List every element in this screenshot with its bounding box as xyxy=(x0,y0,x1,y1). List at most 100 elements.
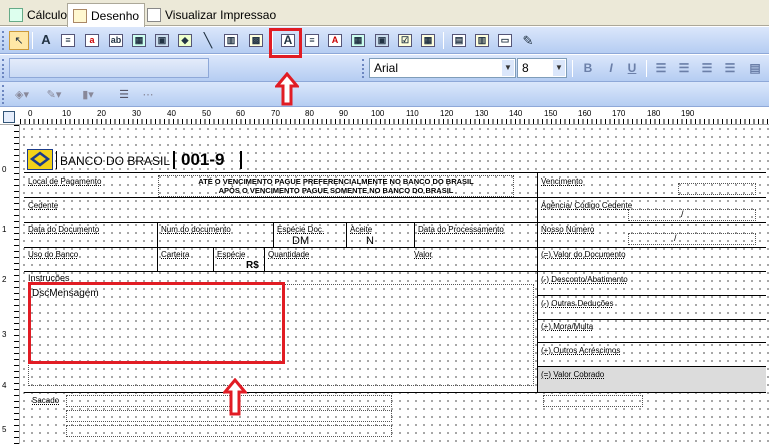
ruler-label: 4 xyxy=(2,381,7,390)
underline-button[interactable]: U xyxy=(622,59,642,78)
especie-doc-value: DM xyxy=(292,235,310,247)
fill-color-button[interactable]: ◈▾ xyxy=(12,85,32,104)
db-memo-tool-button[interactable]: ≡ xyxy=(302,31,322,50)
ruler-label: 1 xyxy=(2,225,7,234)
label-especie-doc: Espécie Doc. xyxy=(277,225,325,234)
label-valor-cobrado: (=) Valor Cobrado xyxy=(541,370,605,379)
label-sacado: Sacado xyxy=(32,396,60,405)
bank-code: 001-9 xyxy=(181,150,225,169)
tab-label: Visualizar Impressao xyxy=(165,8,277,22)
label-data-processamento: Data do Processamento xyxy=(418,225,504,234)
line-tool-button[interactable]: ╲ xyxy=(198,31,218,50)
calc-icon: ▦ xyxy=(132,34,146,47)
label-uso-banco: Uso do Banco xyxy=(28,250,79,259)
more-format-button[interactable]: ▤ xyxy=(745,59,765,78)
ruler-label: 190 xyxy=(681,109,695,118)
vertical-ruler: 0 1 2 3 4 5 xyxy=(0,125,20,444)
italic-button[interactable]: I xyxy=(601,59,621,78)
ruler-label: 120 xyxy=(440,109,454,118)
sacado-city-field[interactable] xyxy=(66,425,392,437)
label-cedente: Cedente xyxy=(28,201,59,210)
shadow-icon: ▮▾ xyxy=(82,89,94,101)
image-tool-button[interactable]: ▣ xyxy=(152,31,172,50)
chevron-down-icon[interactable]: ▼ xyxy=(553,60,565,76)
toolbar-grip[interactable] xyxy=(362,59,365,78)
db-calc-tool-button[interactable]: ▦ xyxy=(348,31,368,50)
nosso-numero-value: / xyxy=(674,233,677,243)
agencia-value: / xyxy=(681,209,684,219)
agencia-field[interactable] xyxy=(628,209,756,221)
align-center-button[interactable]: ☰ xyxy=(674,59,694,78)
align-center-icon: ☰ xyxy=(678,61,690,75)
chart-tool-button[interactable]: ◆ xyxy=(175,31,195,50)
table-tool-button[interactable]: ▥ xyxy=(472,31,492,50)
memo-tool-button[interactable]: ≡ xyxy=(58,31,78,50)
horizontal-ruler: 0 10 20 30 40 50 60 70 80 90 100 110 120… xyxy=(0,108,769,125)
font-size-select[interactable]: 8 ▼ xyxy=(517,58,567,78)
label-aceite: Aceite xyxy=(350,225,373,234)
nosso-numero-field[interactable] xyxy=(628,233,756,245)
db-checkbox-tool-button[interactable]: ☑ xyxy=(395,31,415,50)
label-local-pagamento: Local de Pagamento xyxy=(28,177,102,186)
db-image-tool-button[interactable]: ▣ xyxy=(372,31,392,50)
tab-calculo[interactable]: Cálculo xyxy=(4,4,72,26)
toolbar-grip[interactable] xyxy=(2,85,5,104)
region-tool-button[interactable]: ▥ xyxy=(221,31,241,50)
vencimento-field[interactable] xyxy=(678,183,756,195)
ruler-label: 130 xyxy=(475,109,489,118)
label-outros-acrescimos: (+) Outros Acréscimos xyxy=(541,346,621,355)
report-icon: ▤ xyxy=(452,34,466,47)
bank-name: BANCO DO BRASIL xyxy=(60,154,171,168)
ruler-label: 30 xyxy=(132,109,141,118)
controls-toolbar: ↖ A ≡ a ab ▦ ▣ ◆ ╲ ▥ ▩ A ≡ A ▦ ▣ ☑ ▦ ▤ ▥… xyxy=(0,27,769,54)
db-rich-text-tool-button[interactable]: A xyxy=(325,31,345,50)
ruler-label: 5 xyxy=(2,425,7,434)
component-selector-combo[interactable] xyxy=(9,58,209,78)
sacado-doc-field[interactable] xyxy=(543,395,643,407)
align-right-icon: ☰ xyxy=(701,61,713,75)
aceite-value: N xyxy=(366,235,374,247)
pointer-tool-button[interactable]: ↖ xyxy=(9,31,29,50)
line-style-icon: ☰ xyxy=(119,89,129,101)
local-pagamento-line2: APÓS O VENCIMENTO PAGUE SOMENTE NO BANCO… xyxy=(218,186,454,195)
ruler-label: 3 xyxy=(2,330,7,339)
bank-logo xyxy=(27,149,53,170)
more-icon: ▤ xyxy=(749,61,761,75)
ruler-label: 2 xyxy=(2,275,7,284)
tab-visualizar-impressao[interactable]: Visualizar Impressao xyxy=(142,4,281,26)
tab-bar: Cálculo Desenho Visualizar Impressao xyxy=(0,0,769,27)
line-width-button[interactable]: ⋯ xyxy=(138,85,158,104)
align-left-button[interactable]: ☰ xyxy=(651,59,671,78)
chevron-down-icon[interactable]: ▼ xyxy=(502,60,514,76)
ruler-label: 100 xyxy=(371,109,385,118)
ruler-corner-icon[interactable] xyxy=(3,111,15,123)
align-right-button[interactable]: ☰ xyxy=(697,59,717,78)
bold-button[interactable]: B xyxy=(578,59,598,78)
system-text-tool-button[interactable]: ab xyxy=(106,31,126,50)
shadow-button[interactable]: ▮▾ xyxy=(78,85,98,104)
rich-text-tool-button[interactable]: a xyxy=(82,31,102,50)
label-valor: Valor xyxy=(414,250,433,259)
align-left-icon: ☰ xyxy=(655,61,667,75)
memo-icon: ≡ xyxy=(61,34,75,47)
toolbar-grip[interactable] xyxy=(2,31,5,50)
brush-icon: ✎ xyxy=(522,32,534,48)
line-color-button[interactable]: ✎▾ xyxy=(44,85,64,104)
font-family-select[interactable]: Arial ▼ xyxy=(369,58,516,78)
subreport-tool-button[interactable]: ▩ xyxy=(246,31,266,50)
page-tool-button[interactable]: ▭ xyxy=(495,31,515,50)
line-style-button[interactable]: ☰ xyxy=(114,85,134,104)
report-tool-button[interactable]: ▤ xyxy=(449,31,469,50)
font-family-value: Arial xyxy=(374,61,399,75)
ruler-label: 50 xyxy=(202,109,211,118)
toolbar-grip[interactable] xyxy=(2,59,5,78)
line-icon: ╲ xyxy=(203,32,213,48)
tab-desenho[interactable]: Desenho xyxy=(67,3,146,27)
brush-tool-button[interactable]: ✎ xyxy=(518,31,538,50)
align-justify-button[interactable]: ☰ xyxy=(720,59,740,78)
image-icon: ▣ xyxy=(155,34,169,47)
line-width-icon: ⋯ xyxy=(142,89,154,101)
label-tool-button[interactable]: A xyxy=(36,31,56,50)
db-barcode-tool-button[interactable]: ▦ xyxy=(418,31,438,50)
calc-text-tool-button[interactable]: ▦ xyxy=(129,31,149,50)
